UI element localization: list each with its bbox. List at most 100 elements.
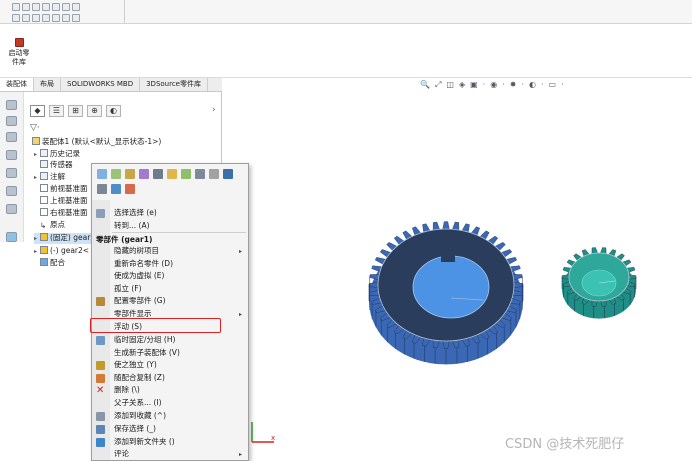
transparency-icon[interactable]	[139, 169, 149, 179]
sketch-icon[interactable]	[22, 14, 30, 22]
tree-item-mates[interactable]: 配合	[40, 258, 65, 268]
large-gear-tooth	[442, 221, 450, 230]
measure-icon[interactable]	[52, 14, 60, 22]
save-icon[interactable]	[32, 3, 40, 11]
layout-icon[interactable]	[12, 14, 20, 22]
history-icon	[40, 149, 48, 157]
large-gear-tooth	[452, 221, 460, 231]
hide-icon[interactable]	[125, 169, 135, 179]
tree-label: 历史记录	[50, 149, 80, 158]
tag-icon[interactable]	[195, 169, 205, 179]
menu-item-temp-fix-group[interactable]: 临时固定/分组 (H)	[114, 335, 175, 345]
tree-item-top-plane[interactable]: 上视基准面	[40, 196, 88, 206]
panel-scroll-arrow-icon[interactable]: ›	[212, 105, 216, 115]
mate-icon[interactable]	[181, 169, 191, 179]
print-icon[interactable]	[42, 3, 50, 11]
tree-root-assembly[interactable]: 装配体1 (默认<默认_显示状态-1>)	[32, 137, 161, 147]
quick-access-row-2	[12, 14, 80, 22]
tree-item-sensors[interactable]: 传感器	[40, 160, 73, 170]
tab-solidworks-mbd[interactable]: SOLIDWORKS MBD	[61, 78, 141, 91]
watermark: CSDN @技术死肥仔	[505, 437, 625, 452]
resources-icon[interactable]	[6, 100, 17, 110]
menu-item-parent-child[interactable]: 父子关系... (I)	[114, 398, 162, 408]
mates-icon	[40, 258, 48, 266]
property-tab-icon[interactable]: ☰	[49, 105, 64, 117]
design-library-icon[interactable]	[6, 116, 17, 126]
float-item-highlight	[90, 318, 221, 333]
open-part-icon[interactable]	[111, 169, 121, 179]
tree-item-right-plane[interactable]: 右视基准面	[40, 208, 88, 218]
tree-item-gear2[interactable]: ▸ (-) gear2<	[34, 246, 89, 257]
menu-item-new-subassembly[interactable]: 生成新子装配体 (V)	[114, 348, 180, 358]
zoom-selection-icon[interactable]	[97, 184, 107, 194]
tree-item-origin[interactable]: ↳ 原点	[40, 220, 65, 230]
graphics-viewport[interactable]: 🔍 ⤢ ◫ ◈ ▣ · ◉ · ✸ · ◐ · ▭ · x	[223, 78, 692, 461]
menu-item-hidden-tree-items[interactable]: 隐藏的树项目	[114, 246, 159, 256]
tree-item-gear1[interactable]: ▸ (固定) gear	[34, 233, 93, 244]
launch-toolbox-button[interactable]: 启动零 件库	[4, 38, 34, 67]
configure-component-icon	[96, 297, 105, 306]
edit-part-icon[interactable]	[97, 169, 107, 179]
menu-item-add-to-favorites[interactable]: 添加到收藏 (^)	[114, 411, 166, 421]
menu-item-make-virtual[interactable]: 使成为虚拟 (E)	[114, 271, 164, 281]
undo-icon[interactable]	[52, 3, 60, 11]
small-gear-tooth	[561, 274, 570, 280]
menu-item-copy-with-mates[interactable]: 随配合复制 (Z)	[114, 373, 165, 383]
tree-label: 传感器	[50, 160, 73, 169]
rebuild-icon[interactable]	[62, 3, 70, 11]
filter-icon[interactable]: ▽·	[30, 123, 40, 133]
normal-to-icon[interactable]	[111, 184, 121, 194]
plane-icon	[40, 196, 48, 204]
menu-item-invert-selection[interactable]: 选择选择 (e)	[114, 208, 157, 218]
tree-label: 装配体1 (默认<默认_显示状态-1>)	[42, 137, 162, 146]
fix-icon[interactable]	[153, 169, 163, 179]
tree-item-annotations[interactable]: ▸ 注解	[34, 172, 65, 183]
appearances-icon[interactable]	[6, 168, 17, 178]
display-icon[interactable]	[62, 14, 70, 22]
tree-item-front-plane[interactable]: 前视基准面	[40, 184, 88, 194]
rename-icon[interactable]	[167, 169, 177, 179]
menu-item-add-to-new-folder[interactable]: 添加到新文件夹 ()	[114, 437, 175, 447]
dimxpert-tab-icon[interactable]: ⊕	[87, 105, 102, 117]
tree-label: 注解	[50, 172, 65, 181]
options-icon[interactable]	[72, 3, 80, 11]
menu-item-make-independent[interactable]: 使之独立 (Y)	[114, 360, 157, 370]
sensors-icon	[40, 160, 48, 168]
menu-item-goto[interactable]: 转到... (A)	[114, 221, 150, 231]
custom-properties-icon[interactable]	[6, 186, 17, 196]
open-icon[interactable]	[22, 3, 30, 11]
smart-dim-icon[interactable]	[32, 14, 40, 22]
tab-layout[interactable]: 布局	[34, 78, 61, 91]
make-independent-icon	[96, 361, 105, 370]
invert-selection-icon	[96, 209, 105, 218]
tree-label: 上视基准面	[50, 196, 88, 205]
toolbox-side-icon[interactable]	[6, 232, 17, 242]
tab-3dsource[interactable]: 3DSource零件库	[140, 78, 208, 91]
menu-item-rename-part[interactable]: 重新命名零件 (D)	[114, 259, 173, 269]
menu-item-comment[interactable]: 评论	[114, 449, 129, 459]
menu-item-save-selection[interactable]: 保存选择 (_)	[114, 424, 156, 434]
add-favorite-icon	[96, 412, 105, 421]
file-explorer-icon[interactable]	[6, 132, 17, 142]
point-icon[interactable]	[42, 14, 50, 22]
configuration-tab-icon[interactable]: ⊞	[68, 105, 83, 117]
tree-item-history[interactable]: ▸ 历史记录	[34, 149, 80, 160]
menu-item-delete[interactable]: 删除 (\)	[114, 385, 140, 395]
forum-icon[interactable]	[6, 204, 17, 214]
task-strip	[0, 92, 24, 242]
display-tab-icon[interactable]: ◐	[106, 105, 121, 117]
appearance-menu-icon[interactable]	[125, 184, 135, 194]
view-palette-icon[interactable]	[6, 150, 17, 160]
new-doc-icon[interactable]	[12, 3, 20, 11]
large-gear-tooth	[432, 221, 440, 231]
gear-assembly-model[interactable]	[223, 78, 692, 461]
tab-assembly[interactable]: 装配体	[0, 78, 34, 91]
lock-icon[interactable]	[209, 169, 219, 179]
save-part-icon[interactable]	[223, 169, 233, 179]
origin-icon: ↳	[40, 221, 47, 230]
menu-item-isolate[interactable]: 孤立 (F)	[114, 284, 142, 294]
menu-item-configure-component[interactable]: 配置零部件 (G)	[114, 296, 166, 306]
feature-tree-tab-icon[interactable]: ◆	[30, 105, 45, 117]
speaker-icon[interactable]	[72, 14, 80, 22]
menu-section-component: 零部件 (gear1)	[96, 235, 153, 244]
